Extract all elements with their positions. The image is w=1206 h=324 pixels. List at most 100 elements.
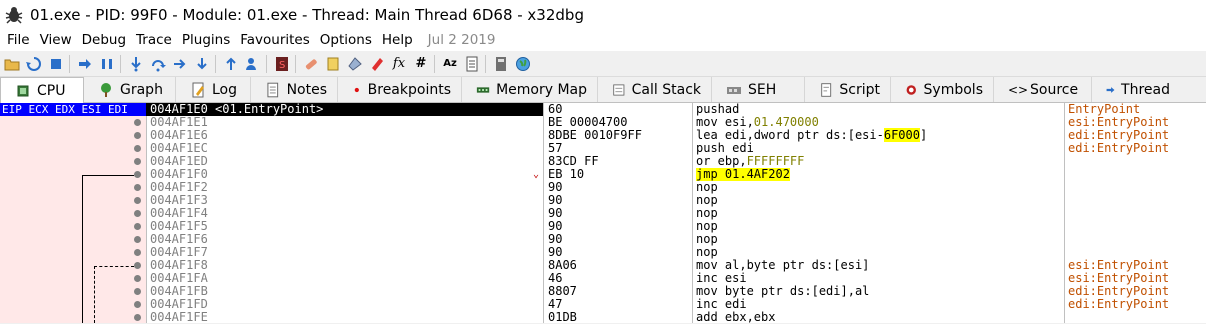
- bytes-cell: 01DB: [548, 310, 577, 324]
- toolbar-separator: [266, 54, 267, 73]
- execute-till-return-icon[interactable]: [223, 56, 239, 72]
- source-icon: <>: [1008, 82, 1029, 97]
- breakpoint-dot[interactable]: [134, 223, 141, 230]
- menu-favourites[interactable]: Favourites: [240, 32, 310, 48]
- toolbar-separator: [434, 54, 435, 73]
- breakpoint-dot[interactable]: [134, 158, 141, 165]
- trace-into-icon[interactable]: [172, 56, 188, 72]
- tab-seh[interactable]: SEH: [712, 77, 805, 102]
- tab-label: Log: [212, 81, 238, 98]
- breakpoint-dot[interactable]: [134, 145, 141, 152]
- toolbar-separator: [69, 54, 70, 73]
- breakpoint-dot[interactable]: [134, 314, 141, 321]
- tab-call-stack[interactable]: Call Stack: [598, 77, 712, 102]
- menu-help[interactable]: Help: [382, 32, 413, 48]
- menu-plugins[interactable]: Plugins: [182, 32, 230, 48]
- font-icon[interactable]: Az: [442, 56, 458, 72]
- window-title: 01.exe - PID: 99F0 - Module: 01.exe - Th…: [30, 5, 584, 24]
- tab-symbols[interactable]: Symbols: [891, 77, 994, 102]
- menu-trace[interactable]: Trace: [136, 32, 172, 48]
- pause-icon[interactable]: [99, 56, 115, 72]
- tab-script[interactable]: Script: [805, 77, 891, 102]
- breakpoint-dot[interactable]: [134, 197, 141, 204]
- tab-label: Source: [1030, 81, 1079, 98]
- disassembly-view[interactable]: EIP ECX EDX ESI EDI 004AF1E0 <01.EntryPo…: [0, 103, 1206, 324]
- tab-label: CPU: [37, 82, 66, 99]
- tab-strip: CPU Graph Log Notes Breakpoints Memory M…: [0, 77, 1206, 103]
- thread-icon: [1106, 86, 1115, 93]
- breakpoint-dot[interactable]: [134, 184, 141, 191]
- breakpoint-dot[interactable]: [134, 132, 141, 139]
- jump-arrow-icon: ⌄: [533, 169, 540, 180]
- build-date: Jul 2 2019: [427, 32, 496, 48]
- cpu-icon: [17, 85, 29, 96]
- tab-label: Call Stack: [631, 81, 701, 98]
- bug-icon: [5, 6, 23, 24]
- tab-thread[interactable]: Thread: [1092, 77, 1180, 102]
- stop-icon[interactable]: [48, 56, 64, 72]
- breakpoint-dot[interactable]: [134, 236, 141, 243]
- comment-icon[interactable]: [325, 56, 341, 72]
- calculator-icon[interactable]: [493, 56, 509, 72]
- tab-label: Graph: [120, 81, 163, 98]
- tab-memory-map[interactable]: Memory Map: [462, 77, 598, 102]
- comment-cell: edi:EntryPoint: [1068, 141, 1170, 155]
- tab-source[interactable]: <> Source: [994, 77, 1092, 102]
- menu-debug[interactable]: Debug: [82, 32, 126, 48]
- bookmark-icon[interactable]: [369, 56, 385, 72]
- symbols-icon: [906, 84, 916, 95]
- tab-graph[interactable]: Graph: [84, 77, 176, 102]
- breakpoint-dot[interactable]: [134, 275, 141, 282]
- menu-options[interactable]: Options: [320, 32, 372, 48]
- trace-over-icon[interactable]: [194, 56, 210, 72]
- breakpoint-dot[interactable]: [134, 210, 141, 217]
- scylla-icon[interactable]: S: [274, 56, 290, 72]
- notes-icon: [267, 82, 279, 97]
- breakpoint-dot[interactable]: [134, 171, 141, 178]
- tab-label: Script: [839, 81, 880, 98]
- tab-notes[interactable]: Notes: [251, 77, 338, 102]
- toolbar: S fx # Az: [0, 51, 1206, 77]
- memory-map-icon: [476, 86, 490, 93]
- hash-icon[interactable]: #: [413, 56, 429, 72]
- title-bar: 01.exe - PID: 99F0 - Module: 01.exe - Th…: [0, 0, 1206, 29]
- log-icon: [192, 82, 204, 97]
- tab-breakpoints[interactable]: Breakpoints: [338, 77, 462, 102]
- seh-icon: [727, 86, 741, 94]
- breakpoint-dot[interactable]: [134, 249, 141, 256]
- menu-view[interactable]: View: [40, 32, 72, 48]
- tab-label: Notes: [286, 81, 327, 98]
- tab-log[interactable]: Log: [176, 77, 251, 102]
- patch-icon[interactable]: [303, 56, 319, 72]
- table-row[interactable]: 004AF1FE 01DB add ebx,ebx: [0, 311, 1206, 324]
- comment-cell: edi:EntryPoint: [1068, 297, 1170, 311]
- run-to-user-code-icon[interactable]: [245, 56, 261, 72]
- script-icon[interactable]: [464, 56, 480, 72]
- breakpoint-dot[interactable]: [134, 288, 141, 295]
- breakpoint-dot[interactable]: [134, 301, 141, 308]
- function-icon[interactable]: fx: [391, 56, 407, 72]
- step-over-icon[interactable]: [150, 56, 166, 72]
- menu-file[interactable]: File: [7, 32, 30, 48]
- bytes-cell: 8DBE 0010F9FF: [548, 128, 642, 142]
- breakpoint-dot[interactable]: [134, 262, 141, 269]
- tab-label: Memory Map: [496, 81, 587, 98]
- label-icon[interactable]: [347, 56, 363, 72]
- graph-icon: [101, 82, 111, 97]
- globe-icon[interactable]: [515, 56, 531, 72]
- menu-bar: File View Debug Trace Plugins Favourites…: [0, 29, 1206, 51]
- breakpoint-dot[interactable]: [134, 119, 141, 126]
- tab-label: Breakpoints: [367, 81, 451, 98]
- toolbar-separator: [485, 54, 486, 73]
- toolbar-separator: [295, 54, 296, 73]
- call-stack-icon: [613, 83, 625, 96]
- open-icon[interactable]: [4, 56, 20, 72]
- toolbar-separator: [215, 54, 216, 73]
- tab-label: SEH: [748, 81, 777, 98]
- run-icon[interactable]: [77, 56, 93, 72]
- restart-icon[interactable]: [26, 56, 42, 72]
- tab-label: Thread: [1121, 81, 1170, 98]
- tab-cpu[interactable]: CPU: [0, 77, 84, 103]
- toolbar-separator: [120, 54, 121, 73]
- step-into-icon[interactable]: [128, 56, 144, 72]
